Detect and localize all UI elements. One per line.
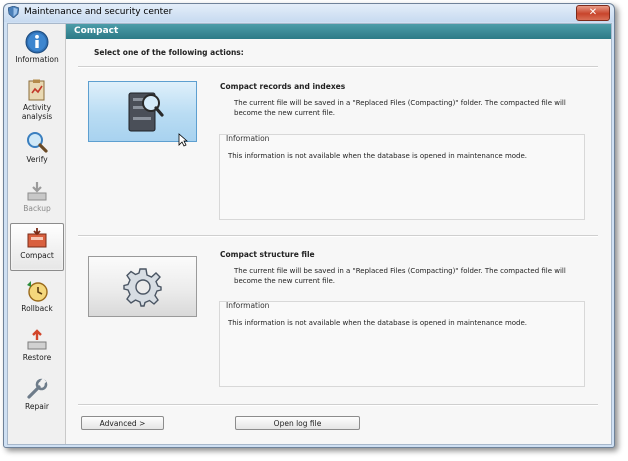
sidebar-item-label: Compact xyxy=(20,251,54,260)
open-log-file-button[interactable]: Open log file xyxy=(235,416,360,430)
sidebar-item-backup[interactable]: Backup xyxy=(10,177,64,223)
divider xyxy=(78,66,598,68)
records-magnifier-icon xyxy=(128,92,164,132)
sidebar-item-label: Restore xyxy=(22,353,52,362)
info-text: This information is not available when t… xyxy=(228,319,528,327)
section-title: Compact structure file xyxy=(220,250,315,259)
clipboard-icon xyxy=(28,79,45,101)
advanced-button[interactable]: Advanced > xyxy=(81,416,164,430)
backup-icon xyxy=(27,182,47,201)
wrench-icon xyxy=(27,378,48,399)
sidebar-item-information[interactable]: Information xyxy=(10,28,64,74)
sidebar-item-label: Repair xyxy=(24,402,49,411)
divider xyxy=(78,235,598,237)
sidebar-item-repair[interactable]: Repair xyxy=(10,375,64,421)
sidebar-item-compact[interactable]: Compact xyxy=(10,223,64,271)
restore-icon xyxy=(27,329,47,350)
window-title: Maintenance and security center xyxy=(24,7,173,17)
gear-icon xyxy=(123,268,162,307)
sidebar-item-rollback[interactable]: Rollback xyxy=(10,277,64,323)
section-description: The current file will be saved in a "Rep… xyxy=(234,99,566,117)
client-area: Information Activity analysis Verify Bac… xyxy=(7,23,612,445)
section-description: The current file will be saved in a "Rep… xyxy=(234,267,566,285)
sidebar-item-label: Verify xyxy=(26,155,48,164)
shield-icon xyxy=(8,6,19,18)
title-bar[interactable]: Maintenance and security center ✕ xyxy=(4,4,614,22)
sidebar-item-label: Activity analysis xyxy=(21,103,53,121)
divider xyxy=(78,404,598,406)
compact-structure-button[interactable] xyxy=(88,256,197,317)
main-panel: Compact Select one of the following acti… xyxy=(66,24,611,444)
compact-records-button[interactable] xyxy=(88,81,197,147)
sidebar-item-restore[interactable]: Restore xyxy=(10,326,64,372)
info-legend: Information xyxy=(226,134,270,143)
instruction-text: Select one of the following actions: xyxy=(94,48,244,57)
sidebar-item-activity-analysis[interactable]: Activity analysis xyxy=(10,76,64,124)
info-text: This information is not available when t… xyxy=(228,152,528,160)
info-icon xyxy=(25,30,49,54)
sidebar-item-label: Rollback xyxy=(21,304,53,313)
close-button[interactable]: ✕ xyxy=(576,5,610,21)
sidebar-item-verify[interactable]: Verify xyxy=(10,128,64,174)
app-window: Maintenance and security center ✕ Inform… xyxy=(3,3,615,448)
sidebar: Information Activity analysis Verify Bac… xyxy=(8,24,66,444)
compact-icon xyxy=(27,228,47,248)
clock-icon xyxy=(27,281,48,302)
information-box: Information This information is not avai… xyxy=(219,134,585,220)
cursor-icon xyxy=(178,133,188,147)
sidebar-item-label: Information xyxy=(15,55,59,64)
sidebar-item-label: Backup xyxy=(23,204,51,213)
info-legend: Information xyxy=(226,301,270,310)
magnifier-icon xyxy=(27,132,48,153)
page-title: Compact xyxy=(66,24,611,39)
section-title: Compact records and indexes xyxy=(220,82,346,91)
information-box: Information This information is not avai… xyxy=(219,301,585,387)
